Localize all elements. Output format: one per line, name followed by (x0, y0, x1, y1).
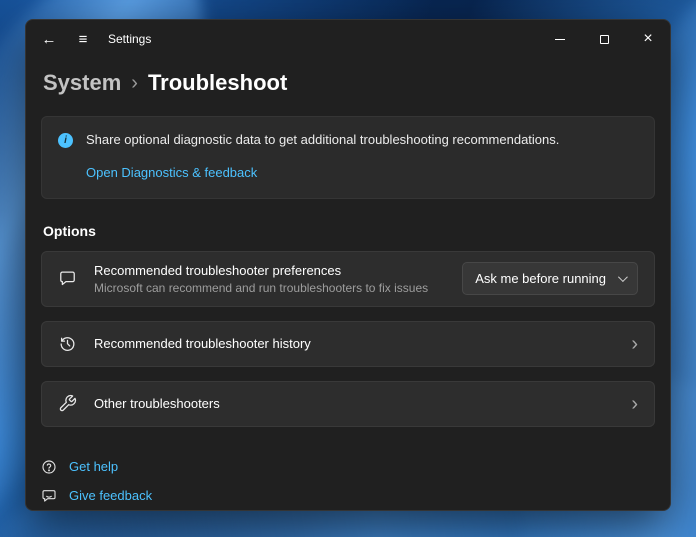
window-controls: × (538, 20, 670, 58)
get-help-link[interactable]: Get help (41, 459, 118, 475)
preferences-text: Recommended troubleshooter preferences M… (94, 263, 428, 295)
minimize-button[interactable] (538, 20, 582, 58)
give-feedback-label: Give feedback (69, 488, 152, 503)
give-feedback-link[interactable]: Give feedback (41, 488, 152, 504)
other-troubleshooters-title: Other troubleshooters (94, 396, 220, 411)
wrench-icon (58, 394, 77, 413)
breadcrumb-system[interactable]: System (43, 70, 121, 96)
maximize-button[interactable] (582, 20, 626, 58)
page-content: System › Troubleshoot i Share optional d… (26, 58, 670, 510)
preferences-dropdown[interactable]: Ask me before running (462, 262, 638, 295)
app-title: Settings (108, 32, 151, 46)
hamburger-icon: ≡ (79, 31, 88, 48)
chevron-down-icon (618, 272, 628, 282)
history-title: Recommended troubleshooter history (94, 336, 311, 351)
options-header: Options (43, 223, 655, 239)
breadcrumb: System › Troubleshoot (43, 70, 655, 96)
chevron-right-icon: › (631, 334, 638, 354)
feedback-icon (41, 488, 57, 504)
dropdown-selected-value: Ask me before running (475, 271, 606, 286)
back-arrow-icon: ← (42, 31, 57, 48)
preferences-subtitle: Microsoft can recommend and run troubles… (94, 281, 428, 295)
history-clock-icon (58, 334, 77, 353)
get-help-label: Get help (69, 459, 118, 474)
diagnostics-banner: i Share optional diagnostic data to get … (41, 116, 655, 199)
close-button[interactable]: × (626, 20, 670, 58)
footer-links: Get help Give feedback (41, 459, 655, 504)
chat-bubble-icon (58, 269, 77, 288)
settings-window: ← ≡ Settings × System (25, 19, 671, 511)
page-title: Troubleshoot (148, 70, 287, 96)
options-cards: Recommended troubleshooter preferences M… (41, 251, 655, 427)
preferences-card: Recommended troubleshooter preferences M… (41, 251, 655, 307)
back-button[interactable]: ← (32, 24, 66, 54)
troubleshooter-history-row[interactable]: Recommended troubleshooter history › (41, 321, 655, 367)
titlebar: ← ≡ Settings × (26, 20, 670, 58)
chevron-right-icon: › (631, 394, 638, 414)
desktop-wallpaper: ← ≡ Settings × System (0, 0, 696, 537)
banner-message: Share optional diagnostic data to get ad… (86, 131, 559, 150)
help-icon (41, 459, 57, 475)
breadcrumb-chevron-icon: › (131, 72, 138, 95)
close-icon: × (643, 31, 652, 47)
maximize-icon (600, 35, 609, 44)
banner-body: Share optional diagnostic data to get ad… (86, 131, 559, 182)
navigation-menu-button[interactable]: ≡ (66, 24, 100, 54)
info-icon: i (58, 133, 73, 148)
preferences-title: Recommended troubleshooter preferences (94, 263, 428, 278)
other-troubleshooters-row[interactable]: Other troubleshooters › (41, 381, 655, 427)
minimize-icon (555, 39, 565, 40)
diagnostics-feedback-link[interactable]: Open Diagnostics & feedback (86, 165, 257, 180)
titlebar-left: ← ≡ Settings (32, 24, 151, 54)
